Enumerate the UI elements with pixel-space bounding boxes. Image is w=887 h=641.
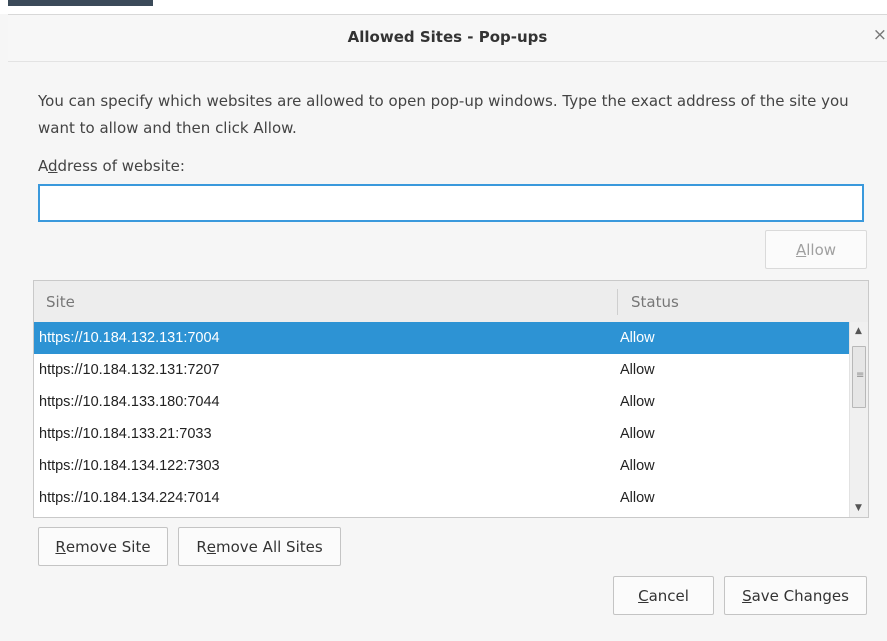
row-status: Allow <box>620 362 655 378</box>
row-site: https://10.184.132.131:7207 <box>39 362 220 378</box>
cancel-button[interactable]: Cancel <box>613 576 714 615</box>
cancel-accesskey: C <box>638 586 649 605</box>
row-status: Allow <box>620 394 655 410</box>
sites-table[interactable]: Site Status https://10.184.132.131:7004 A… <box>33 280 869 518</box>
remove-all-accesskey: e <box>206 537 217 556</box>
address-label-part2: dress of website: <box>57 157 185 175</box>
table-row[interactable]: https://10.184.133.180:7044 Allow <box>34 386 849 418</box>
table-rows: https://10.184.132.131:7004 Allow https://… <box>34 322 849 514</box>
scrollbar-thumb[interactable]: ≡ <box>852 346 866 408</box>
column-header-status[interactable]: Status <box>631 293 679 311</box>
column-header-site[interactable]: Site <box>46 293 75 311</box>
row-status: Allow <box>620 490 655 506</box>
row-site: https://10.184.134.224:7014 <box>39 490 220 506</box>
save-label: ave Changes <box>751 586 849 605</box>
dialog-titlebar: Allowed Sites - Pop-ups × <box>8 14 887 62</box>
column-divider[interactable] <box>617 289 618 315</box>
address-label-part1: A <box>38 157 48 175</box>
remove-all-label-part2: move All Sites <box>216 537 323 556</box>
table-row[interactable]: https://10.184.132.131:7004 Allow <box>34 322 849 354</box>
row-status: Allow <box>620 330 655 346</box>
dialog-description: You can specify which websites are allow… <box>38 92 849 137</box>
address-input[interactable] <box>38 184 864 222</box>
row-site: https://10.184.132.131:7004 <box>39 330 220 346</box>
grip-icon: ≡ <box>856 370 865 381</box>
table-header: Site Status <box>34 281 868 323</box>
address-label-accesskey: d <box>48 157 58 175</box>
remove-site-button[interactable]: Remove Site <box>38 527 168 566</box>
scrollbar[interactable]: ▲ ≡ ▼ <box>849 322 868 517</box>
cancel-label: ancel <box>648 586 689 605</box>
table-row[interactable]: https://10.184.133.21:7033 Allow <box>34 418 849 450</box>
table-row[interactable]: https://10.184.134.224:7014 Allow <box>34 482 849 514</box>
row-site: https://10.184.133.21:7033 <box>39 426 212 442</box>
triangle-down-icon[interactable]: ▼ <box>855 503 862 513</box>
table-row[interactable]: https://10.184.134.122:7303 Allow <box>34 450 849 482</box>
allow-label: llow <box>806 240 837 259</box>
remove-site-label: emove Site <box>65 537 151 556</box>
table-row[interactable]: https://10.184.132.131:7207 Allow <box>34 354 849 386</box>
allow-button[interactable]: Allow <box>765 230 867 269</box>
remove-all-sites-button[interactable]: Re move All Sites <box>178 527 341 566</box>
row-status: Allow <box>620 426 655 442</box>
dialog-title: Allowed Sites - Pop-ups <box>347 28 548 46</box>
address-label: Address of website: <box>38 157 185 175</box>
triangle-up-icon[interactable]: ▲ <box>855 326 862 336</box>
close-icon[interactable]: × <box>873 25 887 45</box>
top-strip <box>0 0 887 14</box>
save-changes-button[interactable]: Save Changes <box>724 576 867 615</box>
browser-tab-strip <box>8 0 153 6</box>
row-site: https://10.184.133.180:7044 <box>39 394 220 410</box>
row-site: https://10.184.134.122:7303 <box>39 458 220 474</box>
save-accesskey: S <box>742 586 752 605</box>
remove-all-label-part1: R <box>196 537 207 556</box>
allow-accesskey: A <box>795 240 807 259</box>
row-status: Allow <box>620 458 655 474</box>
remove-site-accesskey: R <box>55 537 66 556</box>
